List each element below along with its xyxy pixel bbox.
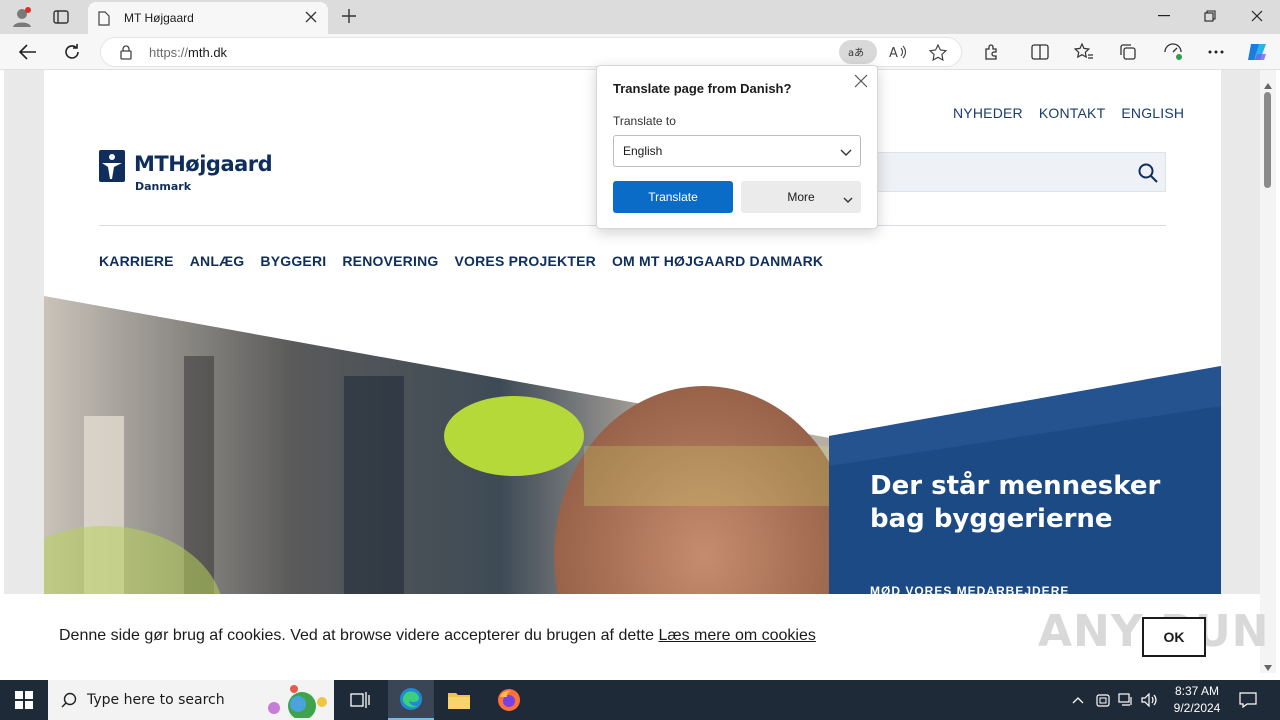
back-icon[interactable] <box>16 41 40 63</box>
favorites-icon[interactable] <box>1072 41 1096 63</box>
scroll-thumb[interactable] <box>1264 92 1271 188</box>
scrollbar[interactable] <box>1260 70 1276 673</box>
hero-title-line2: bag byggerierne <box>870 504 1113 534</box>
utility-nav: NYHEDER KONTAKT ENGLISH <box>953 105 1184 121</box>
logo-sub: Danmark <box>135 180 192 193</box>
search-highlight-icon <box>260 682 330 720</box>
taskbar-explorer-icon[interactable] <box>440 686 478 714</box>
cookie-more-link[interactable]: Læs mere om cookies <box>658 627 815 644</box>
link-kontakt[interactable]: KONTAKT <box>1039 105 1105 121</box>
favorite-star-icon[interactable] <box>928 43 948 67</box>
more-button-label: More <box>787 190 815 204</box>
collections-icon[interactable] <box>1116 41 1140 63</box>
cookie-ok-button[interactable]: OK <box>1142 617 1206 657</box>
svg-text:A: A <box>889 46 898 60</box>
cookie-message: Denne side gør brug af cookies. Ved at b… <box>59 627 816 645</box>
translate-title: Translate page from Danish? <box>613 81 792 96</box>
link-nyheder[interactable]: NYHEDER <box>953 105 1023 121</box>
taskbar-edge-icon[interactable] <box>388 680 434 720</box>
cookie-banner: Denne side gør brug af cookies. Ved at b… <box>4 594 1269 680</box>
read-aloud-icon[interactable]: A <box>889 44 907 65</box>
translate-to-label: Translate to <box>613 114 676 128</box>
lock-icon[interactable] <box>119 44 133 65</box>
tray-network-icon[interactable] <box>1116 690 1136 710</box>
hero-title-line1: Der står mennesker <box>870 471 1161 501</box>
nav-vores-projekter[interactable]: VORES PROJEKTER <box>454 253 595 269</box>
more-chevron-icon <box>843 193 853 207</box>
url-text[interactable]: https://mth.dk <box>149 45 227 60</box>
start-icon[interactable] <box>0 680 48 720</box>
tab-active[interactable]: MT Højgaard <box>88 2 328 34</box>
cookie-text: Denne side gør brug af cookies. Ved at b… <box>59 627 655 644</box>
nav-byggeri[interactable]: BYGGERI <box>260 253 326 269</box>
selected-language: English <box>623 144 663 158</box>
split-screen-icon[interactable] <box>1028 41 1052 63</box>
more-button[interactable]: More <box>741 181 861 213</box>
close-popup-icon[interactable] <box>854 74 868 93</box>
copilot-icon[interactable] <box>1244 39 1270 65</box>
taskbar-search-input[interactable]: Type here to search <box>48 680 334 720</box>
translate-button[interactable]: Translate <box>613 181 733 213</box>
tab-title: MT Højgaard <box>124 11 194 25</box>
logo-icon <box>99 150 125 182</box>
tray-time: 8:37 AM <box>1174 684 1220 698</box>
tray-clock[interactable]: 8:37 AM 9/2/2024 <box>1162 684 1232 715</box>
svg-text:aあ: aあ <box>848 47 864 59</box>
chevron-down-icon <box>840 146 852 160</box>
taskbar-search-placeholder: Type here to search <box>87 692 225 708</box>
tray-volume-icon[interactable] <box>1140 690 1160 710</box>
hero-title: Der står mennesker bag byggerierne <box>870 470 1190 536</box>
link-english[interactable]: ENGLISH <box>1121 105 1184 121</box>
main-nav: KARRIERE ANLÆG BYGGERI RENOVERING VORES … <box>99 253 839 269</box>
tab-actions-icon[interactable] <box>48 5 74 29</box>
nav-om-mt-hojgaard[interactable]: OM MT HØJGAARD DANMARK <box>612 253 823 269</box>
close-tab-icon[interactable] <box>304 10 318 29</box>
task-view-icon[interactable] <box>346 688 374 712</box>
url-protocol: https:// <box>149 45 189 60</box>
taskbar: Type here to search 8:37 AM 9/2/2024 <box>0 680 1280 720</box>
tray-chevron-up-icon[interactable] <box>1068 690 1088 710</box>
new-tab-icon[interactable] <box>338 5 360 27</box>
performance-icon[interactable] <box>1160 41 1186 63</box>
site-search-input[interactable] <box>874 152 1166 192</box>
logo-name: MTHøjgaard <box>134 152 273 176</box>
tray-date: 9/2/2024 <box>1173 701 1221 715</box>
search-icon[interactable] <box>1138 163 1158 188</box>
restore-icon[interactable] <box>1198 6 1222 26</box>
extensions-icon[interactable] <box>980 41 1004 63</box>
url-host: mth.dk <box>188 45 228 60</box>
translate-icon[interactable]: aあ <box>839 40 877 64</box>
nav-anlaeg[interactable]: ANLÆG <box>190 253 245 269</box>
taskbar-search-icon <box>61 692 77 713</box>
tray-meet-icon[interactable] <box>1094 690 1112 710</box>
close-window-icon[interactable] <box>1245 6 1269 26</box>
settings-more-icon[interactable] <box>1204 41 1228 63</box>
language-select[interactable]: English <box>613 135 861 167</box>
notification-icon[interactable] <box>1236 688 1260 712</box>
profile-icon[interactable] <box>8 4 36 30</box>
nav-karriere[interactable]: KARRIERE <box>99 253 174 269</box>
address-bar[interactable]: https://mth.dk aあ A <box>100 37 962 67</box>
tab-bar: MT Højgaard <box>0 0 1280 34</box>
minimize-icon[interactable] <box>1152 6 1176 26</box>
refresh-icon[interactable] <box>60 41 84 63</box>
taskbar-firefox-icon[interactable] <box>490 686 528 714</box>
translate-popup: Translate page from Danish? Translate to… <box>596 65 878 229</box>
page-icon <box>98 10 110 26</box>
nav-renovering[interactable]: RENOVERING <box>342 253 438 269</box>
scroll-down-icon[interactable] <box>1264 658 1272 676</box>
